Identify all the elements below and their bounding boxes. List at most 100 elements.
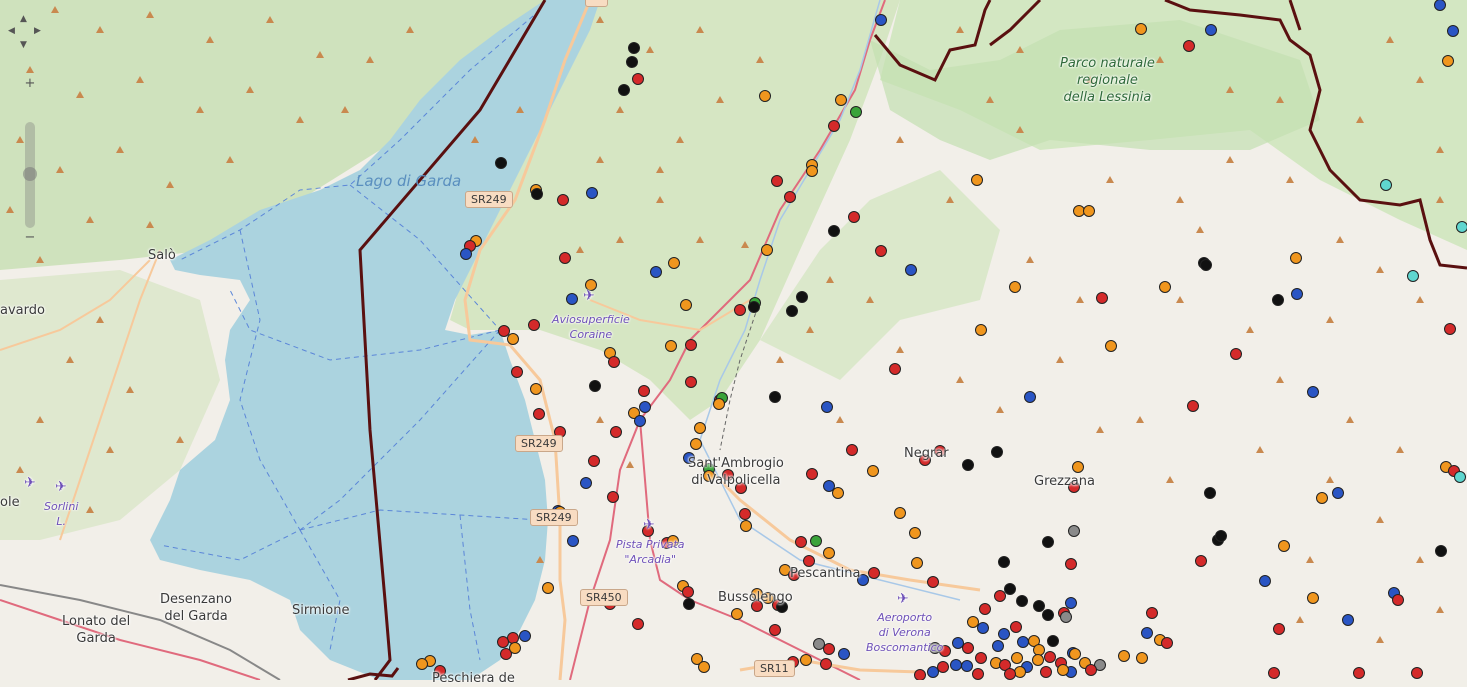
station-marker-blue[interactable] — [1333, 488, 1344, 499]
zoom-out-button[interactable]: − — [22, 230, 38, 246]
station-marker-orange[interactable] — [976, 325, 987, 336]
station-marker-blue[interactable] — [993, 641, 1004, 652]
station-marker-black[interactable] — [1216, 531, 1227, 542]
station-marker-black[interactable] — [1005, 584, 1016, 595]
station-marker-black[interactable] — [629, 43, 640, 54]
station-marker-orange[interactable] — [1119, 651, 1130, 662]
station-marker-red[interactable] — [1005, 669, 1016, 680]
zoom-in-button[interactable]: + — [22, 76, 38, 92]
station-marker-black[interactable] — [1201, 260, 1212, 271]
station-marker-black[interactable] — [1205, 488, 1216, 499]
station-marker-orange[interactable] — [1070, 649, 1081, 660]
station-marker-red[interactable] — [772, 176, 783, 187]
station-marker-red[interactable] — [1097, 293, 1108, 304]
station-marker-red[interactable] — [608, 492, 619, 503]
station-marker-red[interactable] — [938, 662, 949, 673]
station-marker-red[interactable] — [686, 377, 697, 388]
station-marker-gray[interactable] — [1061, 612, 1072, 623]
station-marker-orange[interactable] — [807, 166, 818, 177]
station-marker-blue[interactable] — [461, 249, 472, 260]
station-marker-red[interactable] — [499, 326, 510, 337]
station-marker-black[interactable] — [770, 392, 781, 403]
station-marker-black[interactable] — [627, 57, 638, 68]
station-marker-orange[interactable] — [1034, 645, 1045, 656]
station-marker-red[interactable] — [1354, 668, 1365, 679]
station-marker-red[interactable] — [890, 364, 901, 375]
station-marker-orange[interactable] — [1317, 493, 1328, 504]
station-marker-red[interactable] — [683, 587, 694, 598]
station-marker-red[interactable] — [558, 195, 569, 206]
station-marker-cyan[interactable] — [1455, 472, 1466, 483]
station-marker-orange[interactable] — [1015, 667, 1026, 678]
station-marker-orange[interactable] — [1443, 56, 1454, 67]
map-canvas[interactable] — [0, 0, 1467, 680]
station-marker-blue[interactable] — [999, 629, 1010, 640]
station-marker-black[interactable] — [684, 599, 695, 610]
station-marker-blue[interactable] — [1142, 628, 1153, 639]
station-marker-orange[interactable] — [972, 175, 983, 186]
station-marker-orange[interactable] — [968, 617, 979, 628]
station-marker-orange[interactable] — [910, 528, 921, 539]
station-marker-orange[interactable] — [666, 341, 677, 352]
station-marker-red[interactable] — [633, 74, 644, 85]
station-marker-orange[interactable] — [833, 488, 844, 499]
station-marker-orange[interactable] — [760, 91, 771, 102]
station-marker-orange[interactable] — [508, 334, 519, 345]
station-marker-red[interactable] — [829, 121, 840, 132]
station-marker-orange[interactable] — [699, 662, 710, 673]
station-marker-black[interactable] — [1436, 546, 1447, 557]
station-marker-blue[interactable] — [1260, 576, 1271, 587]
station-marker-gray[interactable] — [1069, 526, 1080, 537]
station-marker-red[interactable] — [876, 246, 887, 257]
station-marker-blue[interactable] — [520, 631, 531, 642]
station-marker-blue[interactable] — [635, 416, 646, 427]
station-marker-orange[interactable] — [681, 300, 692, 311]
station-marker-orange[interactable] — [824, 548, 835, 559]
station-marker-red[interactable] — [770, 625, 781, 636]
station-marker-blue[interactable] — [822, 402, 833, 413]
station-marker-red[interactable] — [821, 659, 832, 670]
station-marker-red[interactable] — [560, 253, 571, 264]
station-marker-blue[interactable] — [1025, 392, 1036, 403]
station-marker-orange[interactable] — [510, 643, 521, 654]
station-marker-red[interactable] — [785, 192, 796, 203]
station-marker-orange[interactable] — [1137, 653, 1148, 664]
station-marker-black[interactable] — [1048, 636, 1059, 647]
station-marker-red[interactable] — [735, 305, 746, 316]
station-marker-red[interactable] — [824, 644, 835, 655]
station-marker-red[interactable] — [1041, 667, 1052, 678]
station-marker-orange[interactable] — [714, 399, 725, 410]
station-marker-red[interactable] — [995, 591, 1006, 602]
station-marker-red[interactable] — [807, 469, 818, 480]
station-marker-black[interactable] — [829, 226, 840, 237]
station-marker-red[interactable] — [609, 357, 620, 368]
station-marker-red[interactable] — [1231, 349, 1242, 360]
station-marker-red[interactable] — [740, 509, 751, 520]
station-marker-red[interactable] — [973, 669, 984, 680]
station-marker-blue[interactable] — [581, 478, 592, 489]
station-marker-orange[interactable] — [669, 258, 680, 269]
station-marker-orange[interactable] — [1291, 253, 1302, 264]
station-marker-red[interactable] — [1147, 608, 1158, 619]
station-marker-black[interactable] — [1273, 295, 1284, 306]
station-marker-black[interactable] — [992, 447, 1003, 458]
station-marker-orange[interactable] — [732, 609, 743, 620]
station-marker-orange[interactable] — [1136, 24, 1147, 35]
station-marker-black[interactable] — [963, 460, 974, 471]
station-marker-black[interactable] — [1017, 596, 1028, 607]
station-marker-red[interactable] — [976, 653, 987, 664]
station-marker-blue[interactable] — [1448, 26, 1459, 37]
station-marker-orange[interactable] — [1308, 593, 1319, 604]
station-marker-green[interactable] — [811, 536, 822, 547]
station-marker-red[interactable] — [1086, 665, 1097, 676]
station-marker-orange[interactable] — [1106, 341, 1117, 352]
station-marker-blue[interactable] — [640, 402, 651, 413]
station-marker-red[interactable] — [512, 367, 523, 378]
station-marker-blue[interactable] — [951, 660, 962, 671]
station-marker-gray[interactable] — [814, 639, 825, 650]
station-marker-red[interactable] — [1066, 559, 1077, 570]
station-marker-black[interactable] — [1034, 601, 1045, 612]
station-marker-orange[interactable] — [1012, 653, 1023, 664]
station-marker-blue[interactable] — [568, 536, 579, 547]
station-marker-green[interactable] — [851, 107, 862, 118]
